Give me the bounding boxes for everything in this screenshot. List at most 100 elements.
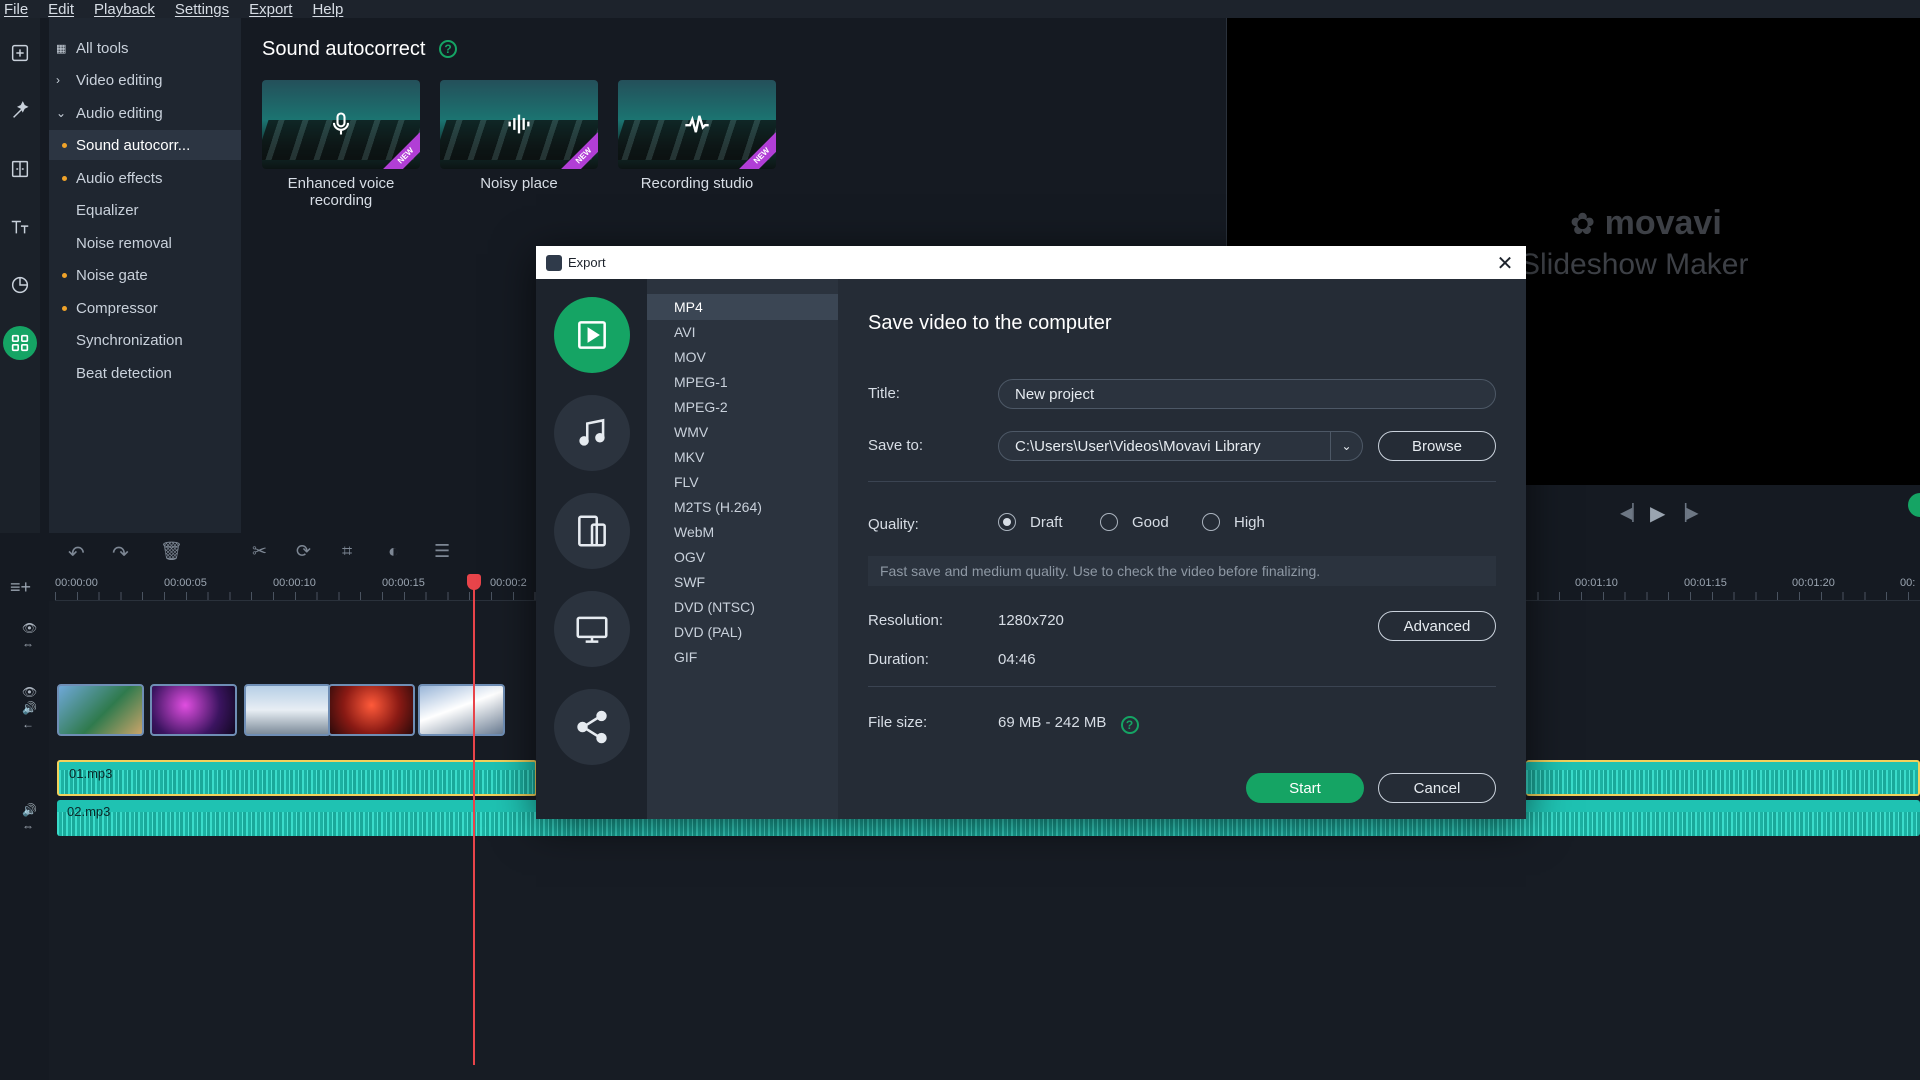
menu-bar: File Edit Playback Settings Export Help bbox=[0, 0, 1920, 18]
transitions-icon[interactable] bbox=[3, 152, 37, 186]
playhead-handle[interactable] bbox=[467, 574, 481, 590]
quality-label: Quality: bbox=[868, 516, 919, 533]
music-note-icon[interactable] bbox=[554, 395, 630, 471]
share-icon[interactable] bbox=[554, 689, 630, 765]
tool-synchronization[interactable]: Synchronization bbox=[49, 325, 241, 355]
menu-export[interactable]: Export bbox=[249, 1, 292, 18]
help-icon[interactable]: ? bbox=[439, 40, 457, 58]
format-ogv[interactable]: OGV bbox=[647, 544, 838, 570]
eye-icon[interactable]: 👁 bbox=[22, 621, 37, 635]
title-input[interactable]: New project bbox=[998, 379, 1496, 409]
video-file-icon[interactable] bbox=[554, 297, 630, 373]
link-icon[interactable]: ← bbox=[22, 717, 34, 731]
color-adjust-icon[interactable]: ◐ bbox=[388, 541, 399, 562]
devices-icon[interactable] bbox=[554, 493, 630, 569]
advanced-button[interactable]: Advanced bbox=[1378, 611, 1496, 641]
menu-file[interactable]: File bbox=[4, 1, 28, 18]
format-mpeg2[interactable]: MPEG-2 bbox=[647, 394, 838, 420]
format-gif[interactable]: GIF bbox=[647, 644, 838, 670]
tool-beat-detection[interactable]: Beat detection bbox=[49, 358, 241, 388]
format-webm[interactable]: WebM bbox=[647, 519, 838, 545]
format-wmv[interactable]: WMV bbox=[647, 419, 838, 445]
close-icon[interactable]: ✕ bbox=[1492, 250, 1518, 276]
tool-audio-effects[interactable]: Audio effects bbox=[49, 163, 241, 193]
audio-clip-01-tail[interactable] bbox=[1526, 760, 1920, 796]
video-clip[interactable] bbox=[150, 684, 237, 736]
magic-wand-icon[interactable] bbox=[3, 94, 37, 128]
volume-icon[interactable]: 🔊 bbox=[22, 701, 37, 715]
tv-icon[interactable] bbox=[554, 591, 630, 667]
all-tools-item[interactable]: ▦ All tools bbox=[49, 33, 241, 63]
format-dvd-pal[interactable]: DVD (PAL) bbox=[647, 619, 838, 645]
tool-noise-removal[interactable]: Noise removal bbox=[49, 228, 241, 258]
undo-icon[interactable]: ↶ bbox=[68, 541, 85, 566]
properties-icon[interactable]: ☰ bbox=[434, 541, 450, 562]
format-mkv[interactable]: MKV bbox=[647, 444, 838, 470]
format-dvd-ntsc[interactable]: DVD (NTSC) bbox=[647, 594, 838, 620]
format-mpeg1[interactable]: MPEG-1 bbox=[647, 369, 838, 395]
video-clip[interactable] bbox=[244, 684, 331, 736]
quality-draft-radio[interactable]: Draft bbox=[998, 513, 1063, 531]
link-icon[interactable]: ⇔ bbox=[22, 819, 34, 833]
tool-sound-autocorrect[interactable]: Sound autocorr... bbox=[49, 130, 241, 160]
cancel-button[interactable]: Cancel bbox=[1378, 773, 1496, 803]
divider bbox=[868, 481, 1496, 482]
link-icon[interactable]: ⇔ bbox=[22, 637, 34, 651]
crop-icon[interactable]: ⌗ bbox=[342, 541, 352, 562]
radio-label: High bbox=[1234, 513, 1265, 531]
playhead[interactable] bbox=[473, 575, 475, 1065]
tool-noise-gate[interactable]: Noise gate bbox=[49, 260, 241, 290]
format-swf[interactable]: SWF bbox=[647, 569, 838, 595]
import-icon[interactable] bbox=[3, 36, 37, 70]
panel-title-text: Sound autocorrect bbox=[262, 38, 426, 60]
preset-enhanced-voice[interactable]: NEW Enhanced voice recording bbox=[262, 80, 420, 209]
more-tools-icon[interactable] bbox=[3, 326, 37, 360]
tool-compressor[interactable]: Compressor bbox=[49, 293, 241, 323]
app-icon bbox=[546, 254, 562, 271]
menu-edit[interactable]: Edit bbox=[48, 1, 74, 18]
video-clip[interactable] bbox=[418, 684, 505, 736]
menu-help[interactable]: Help bbox=[312, 1, 343, 18]
cut-icon[interactable]: ✂ bbox=[252, 541, 267, 562]
preset-recording-studio[interactable]: NEW Recording studio bbox=[618, 80, 776, 192]
export-green-indicator[interactable] bbox=[1908, 493, 1920, 517]
help-icon[interactable]: ? bbox=[1120, 716, 1139, 734]
audio-clip-01[interactable]: 01.mp3 bbox=[57, 760, 537, 796]
format-mp4[interactable]: MP4 bbox=[647, 294, 838, 320]
volume-icon[interactable]: 🔊 bbox=[22, 803, 37, 817]
eye-icon[interactable]: 👁 bbox=[22, 685, 37, 699]
menu-settings[interactable]: Settings bbox=[175, 1, 229, 18]
preset-label: Enhanced voice recording bbox=[262, 175, 420, 209]
next-frame-icon[interactable]: ▕▶ bbox=[1674, 503, 1699, 523]
delete-icon[interactable]: 🗑 bbox=[160, 541, 183, 562]
video-clip[interactable] bbox=[328, 684, 415, 736]
play-icon[interactable]: ▶ bbox=[1650, 501, 1665, 526]
preset-noisy-place[interactable]: NEW Noisy place bbox=[440, 80, 598, 192]
resolution-label: Resolution: bbox=[868, 612, 944, 629]
save-to-select[interactable]: C:\Users\User\Videos\Movavi Library ⌄ bbox=[998, 431, 1363, 461]
start-button[interactable]: Start bbox=[1246, 773, 1364, 803]
tool-equalizer[interactable]: Equalizer bbox=[49, 195, 241, 225]
video-editing-item[interactable]: › Video editing bbox=[49, 65, 241, 95]
menu-playback[interactable]: Playback bbox=[94, 1, 155, 18]
new-dot bbox=[62, 305, 67, 311]
quality-good-radio[interactable]: Good bbox=[1100, 513, 1169, 531]
dialog-title: Export bbox=[568, 255, 606, 270]
tick-label: 00:01:20 bbox=[1792, 577, 1835, 589]
redo-icon[interactable]: ↷ bbox=[112, 541, 129, 566]
quality-high-radio[interactable]: High bbox=[1202, 513, 1265, 531]
video-clip[interactable] bbox=[57, 684, 144, 736]
track-headers: 👁 ⇔ 👁 🔊 ← 🔊 ⇔ bbox=[0, 601, 49, 1080]
browse-button[interactable]: Browse bbox=[1378, 431, 1496, 461]
titles-icon[interactable] bbox=[3, 210, 37, 244]
format-avi[interactable]: AVI bbox=[647, 319, 838, 345]
prev-frame-icon[interactable]: ◀▏ bbox=[1620, 503, 1645, 523]
audio-editing-item[interactable]: ⌄ Audio editing bbox=[49, 98, 241, 128]
stickers-icon[interactable] bbox=[3, 268, 37, 302]
rotate-icon[interactable]: ⟳ bbox=[296, 541, 311, 562]
chevron-down-icon[interactable]: ⌄ bbox=[1330, 432, 1362, 460]
format-flv[interactable]: FLV bbox=[647, 469, 838, 495]
format-m2ts[interactable]: M2TS (H.264) bbox=[647, 494, 838, 520]
add-track-icon[interactable]: ≡+ bbox=[10, 577, 31, 598]
format-mov[interactable]: MOV bbox=[647, 344, 838, 370]
